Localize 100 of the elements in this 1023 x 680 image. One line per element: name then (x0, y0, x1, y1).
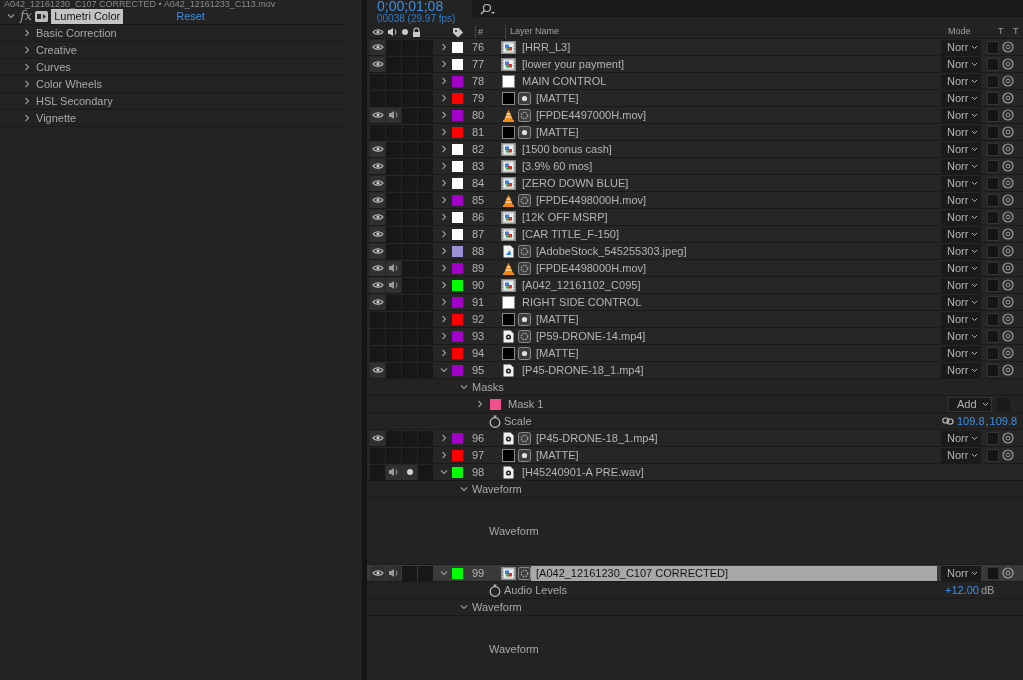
property-label[interactable]: Scale (504, 412, 532, 430)
spiral-icon[interactable] (1002, 177, 1014, 189)
label-color-swatch[interactable] (452, 92, 463, 104)
switch-toggle[interactable] (370, 56, 385, 72)
label-color-swatch[interactable] (452, 126, 463, 138)
mode-dropdown[interactable]: Norr (941, 430, 982, 446)
chevron-icon[interactable] (439, 59, 449, 69)
switch-toggle[interactable] (402, 565, 417, 581)
switch-toggle[interactable] (370, 565, 385, 581)
link-icon[interactable] (942, 417, 954, 425)
column-header[interactable]: Mode (945, 25, 998, 39)
chevron-icon[interactable] (439, 568, 449, 578)
mode-dropdown[interactable]: Norr (941, 39, 982, 55)
mode-dropdown[interactable]: Norr (941, 209, 982, 225)
chevron-icon[interactable] (22, 113, 32, 123)
switch-toggle[interactable] (386, 56, 401, 72)
layer-name[interactable]: [lower your payment] (517, 56, 937, 72)
switch-toggle[interactable] (370, 260, 385, 276)
preserve-transparency-checkbox[interactable] (987, 244, 999, 258)
mode-dropdown[interactable]: Norr (941, 192, 982, 208)
layer-name[interactable]: [FPDE4498000H.mov] (531, 192, 937, 208)
layer-name[interactable]: [HRR_L3] (517, 39, 937, 55)
property-value[interactable]: 109.8 (989, 412, 1018, 430)
preserve-transparency-checkbox[interactable] (987, 57, 999, 71)
stopwatch-icon[interactable] (489, 414, 501, 428)
chevron-icon[interactable] (22, 28, 32, 38)
switch-toggle[interactable] (370, 124, 385, 140)
effect-group-label[interactable]: HSL Secondary (36, 92, 113, 110)
preserve-transparency-checkbox[interactable] (987, 193, 999, 207)
chevron-icon[interactable] (22, 96, 32, 106)
label-color-swatch[interactable] (452, 177, 463, 189)
layer-name[interactable]: [AdobeStock_545255303.jpeg] (531, 243, 937, 259)
switch-toggle[interactable] (370, 226, 385, 242)
spiral-icon[interactable] (1002, 330, 1014, 342)
preserve-transparency-checkbox[interactable] (987, 431, 999, 445)
switch-toggle[interactable] (386, 175, 401, 191)
layer-name[interactable]: [P59-DRONE-14.mp4] (531, 328, 937, 344)
switch-toggle[interactable] (386, 430, 401, 446)
label-color-swatch[interactable] (452, 364, 463, 376)
layer-name[interactable]: [12K OFF MSRP] (517, 209, 937, 225)
switch-toggle[interactable] (370, 192, 385, 208)
preserve-transparency-checkbox[interactable] (987, 566, 999, 580)
switch-toggle[interactable] (402, 464, 417, 480)
column-header[interactable]: T (998, 25, 1013, 39)
label-color-swatch[interactable] (452, 75, 463, 87)
switch-toggle[interactable] (402, 107, 417, 123)
chevron-icon[interactable] (439, 467, 449, 477)
preserve-transparency-checkbox[interactable] (987, 312, 999, 326)
switch-toggle[interactable] (370, 294, 385, 310)
preserve-transparency-checkbox[interactable] (987, 295, 999, 309)
label-color-swatch[interactable] (452, 109, 463, 121)
switch-toggle[interactable] (402, 260, 417, 276)
chevron-icon[interactable] (439, 110, 449, 120)
preserve-transparency-checkbox[interactable] (987, 142, 999, 156)
mode-dropdown[interactable]: Norr (941, 141, 982, 157)
chevron-icon[interactable] (439, 348, 449, 358)
mode-dropdown[interactable]: Norr (941, 158, 982, 174)
label-color-swatch[interactable] (452, 245, 463, 257)
effect-toggle-icon[interactable] (35, 10, 49, 22)
spiral-icon[interactable] (1002, 194, 1014, 206)
layer-name[interactable]: [MATTE] (531, 90, 937, 106)
mask-color-swatch[interactable] (490, 398, 501, 410)
switch-toggle[interactable] (370, 362, 385, 378)
chevron-icon[interactable] (459, 602, 469, 612)
column-header[interactable]: # (475, 26, 505, 38)
label-color-swatch[interactable] (452, 143, 463, 155)
column-header[interactable]: T (1013, 25, 1019, 39)
label-color-swatch[interactable] (452, 432, 463, 444)
mode-dropdown[interactable]: Norr (941, 260, 982, 276)
spiral-icon[interactable] (1002, 58, 1014, 70)
switch-toggle[interactable] (386, 294, 401, 310)
spiral-icon[interactable] (1002, 228, 1014, 240)
spiral-icon[interactable] (1002, 92, 1014, 104)
switch-toggle[interactable] (386, 311, 401, 327)
switch-toggle[interactable] (402, 294, 417, 310)
label-color-swatch[interactable] (452, 313, 463, 325)
preserve-transparency-checkbox[interactable] (987, 210, 999, 224)
label-color-swatch[interactable] (452, 449, 463, 461)
mask-label[interactable]: Mask 1 (508, 395, 544, 413)
chevron-icon[interactable] (439, 433, 449, 443)
switch-toggle[interactable] (370, 175, 385, 191)
spiral-icon[interactable] (1002, 143, 1014, 155)
mode-dropdown[interactable]: Norr (941, 243, 982, 259)
switch-toggle[interactable] (386, 73, 401, 89)
spiral-icon[interactable] (1002, 296, 1014, 308)
layer-name[interactable]: [MATTE] (531, 311, 937, 327)
spiral-icon[interactable] (1002, 262, 1014, 274)
switch-toggle[interactable] (386, 141, 401, 157)
mode-dropdown[interactable]: Norr (941, 345, 982, 361)
effect-name[interactable]: Lumetri Color (51, 8, 124, 24)
layer-name[interactable]: [MATTE] (531, 124, 937, 140)
switch-toggle[interactable] (370, 243, 385, 259)
preserve-transparency-checkbox[interactable] (987, 91, 999, 105)
chevron-icon[interactable] (439, 263, 449, 273)
spiral-icon[interactable] (1002, 449, 1014, 461)
chevron-icon[interactable] (459, 382, 469, 392)
chevron-icon[interactable] (439, 42, 449, 52)
lock-toggle[interactable] (418, 565, 433, 581)
spiral-icon[interactable] (1002, 126, 1014, 138)
switch-toggle[interactable] (402, 277, 417, 293)
